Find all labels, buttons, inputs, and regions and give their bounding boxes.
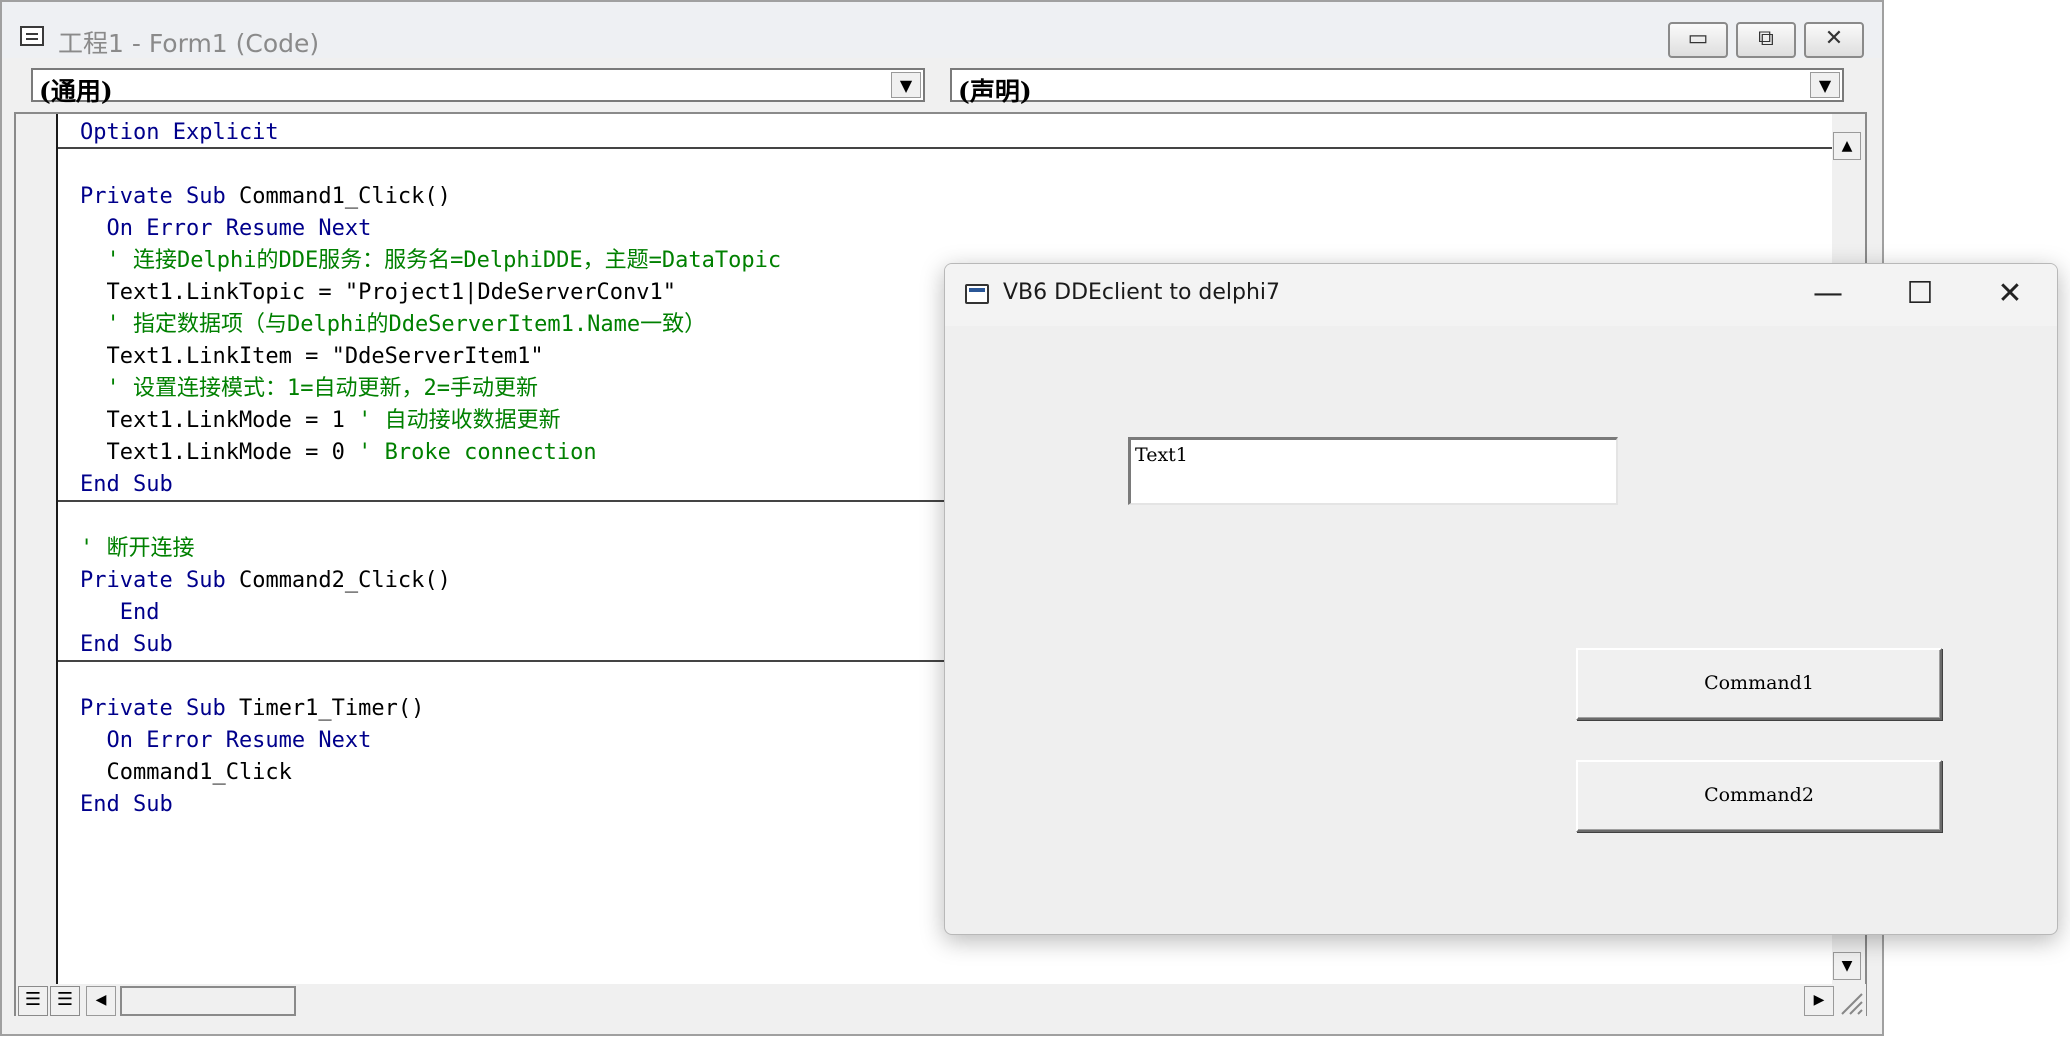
close-button[interactable]: ✕ bbox=[1804, 22, 1864, 58]
procedure-separator bbox=[58, 147, 1832, 149]
text1-textbox[interactable]: Text1 bbox=[1128, 437, 1618, 505]
code-line[interactable]: ' 设置连接模式：1=自动更新，2=手动更新 bbox=[80, 375, 538, 403]
code-text: Text1.LinkTopic = "Project1|DdeServerCon… bbox=[80, 280, 677, 305]
form-title: VB6 DDEclient to delphi7 bbox=[1003, 280, 1281, 305]
code-keyword: End bbox=[80, 600, 160, 625]
minimize-button[interactable]: ▭ bbox=[1668, 22, 1728, 58]
code-module-icon bbox=[20, 26, 44, 46]
form-maximize-button[interactable]: ☐ bbox=[1875, 270, 1965, 320]
margin-indicator-bar[interactable] bbox=[16, 114, 56, 984]
code-line[interactable]: Text1.LinkMode = 0 ' Broke connection bbox=[80, 439, 597, 467]
object-combo[interactable]: (通用) ▼ bbox=[31, 68, 925, 106]
code-comment: ' 设置连接模式：1=自动更新，2=手动更新 bbox=[80, 376, 538, 401]
object-combo-value: (通用) bbox=[39, 77, 113, 106]
procedure-combo[interactable]: (声明) ▼ bbox=[950, 68, 1844, 106]
scroll-up-icon[interactable]: ▲ bbox=[1833, 132, 1861, 160]
code-text: Text1.LinkMode = 1 bbox=[80, 408, 359, 433]
scroll-down-icon[interactable]: ▼ bbox=[1833, 952, 1861, 980]
form-window: VB6 DDEclient to delphi7 — ☐ ✕ Text1 Com… bbox=[944, 263, 2058, 935]
code-line[interactable]: Text1.LinkItem = "DdeServerItem1" bbox=[80, 343, 544, 371]
resize-grip-icon[interactable] bbox=[1838, 990, 1864, 1016]
code-comment: ' 连接Delphi的DDE服务：服务名=DelphiDDE，主题=DataTo… bbox=[80, 248, 782, 273]
form-close-button[interactable]: ✕ bbox=[1965, 270, 2055, 320]
code-comment: ' 断开连接 bbox=[80, 536, 195, 561]
procedure-combo-value: (声明) bbox=[958, 77, 1032, 106]
code-keyword: Private Sub bbox=[80, 568, 239, 593]
scroll-left-icon[interactable]: ◀ bbox=[86, 986, 116, 1016]
code-line[interactable]: Private Sub Command2_Click() bbox=[80, 567, 451, 595]
code-line[interactable]: End Sub bbox=[80, 791, 173, 819]
code-comment: ' 指定数据项（与Delphi的DdeServerItem1.Name一致） bbox=[80, 312, 707, 337]
chevron-down-icon[interactable]: ▼ bbox=[891, 72, 921, 98]
procedure-view-icon[interactable]: ☰ bbox=[18, 986, 48, 1016]
code-keyword: Private Sub bbox=[80, 184, 239, 209]
code-line[interactable]: End Sub bbox=[80, 471, 173, 499]
code-keyword: Option Explicit bbox=[80, 120, 279, 145]
code-text: Command1_Click() bbox=[238, 184, 451, 209]
code-line[interactable]: On Error Resume Next bbox=[80, 215, 371, 243]
code-line[interactable]: Text1.LinkTopic = "Project1|DdeServerCon… bbox=[80, 279, 676, 307]
scroll-right-icon[interactable]: ▶ bbox=[1804, 986, 1834, 1016]
restore-button[interactable]: ⧉ bbox=[1736, 22, 1796, 58]
code-keyword: End Sub bbox=[80, 792, 173, 817]
code-keyword: On Error Resume Next bbox=[80, 728, 372, 753]
code-line[interactable]: ' 断开连接 bbox=[80, 535, 195, 563]
code-line[interactable]: End Sub bbox=[80, 631, 173, 659]
code-window-titlebar[interactable]: 工程1 - Form1 (Code) ▭ ⧉ ✕ bbox=[2, 2, 1882, 58]
code-line[interactable]: ' 指定数据项（与Delphi的DdeServerItem1.Name一致） bbox=[80, 311, 706, 339]
code-text: Command2_Click() bbox=[238, 568, 451, 593]
code-comment: ' Broke connection bbox=[358, 440, 597, 465]
code-line[interactable]: Text1.LinkMode = 1 ' 自动接收数据更新 bbox=[80, 407, 561, 435]
command2-button[interactable]: Command2 bbox=[1576, 760, 1942, 832]
code-comment: ' 自动接收数据更新 bbox=[358, 408, 561, 433]
code-text: Text1.LinkItem = "DdeServerItem1" bbox=[80, 344, 544, 369]
horizontal-scroll-thumb[interactable] bbox=[120, 986, 296, 1016]
code-line[interactable]: On Error Resume Next bbox=[80, 727, 371, 755]
code-keyword: Private Sub bbox=[80, 696, 239, 721]
command1-button[interactable]: Command1 bbox=[1576, 648, 1942, 720]
code-text: Timer1_Timer() bbox=[238, 696, 425, 721]
code-line[interactable]: Private Sub Command1_Click() bbox=[80, 183, 451, 211]
form-titlebar[interactable]: VB6 DDEclient to delphi7 — ☐ ✕ bbox=[945, 264, 2057, 326]
chevron-down-icon[interactable]: ▼ bbox=[1810, 72, 1840, 98]
code-line[interactable]: Option Explicit bbox=[80, 119, 279, 147]
code-window-title: 工程1 - Form1 (Code) bbox=[58, 29, 320, 58]
code-line[interactable]: ' 连接Delphi的DDE服务：服务名=DelphiDDE，主题=DataTo… bbox=[80, 247, 781, 275]
code-line[interactable]: Private Sub Timer1_Timer() bbox=[80, 695, 424, 723]
code-keyword: End Sub bbox=[80, 632, 173, 657]
form-window-icon bbox=[965, 284, 989, 304]
code-keyword: End Sub bbox=[80, 472, 173, 497]
code-line[interactable]: Command1_Click bbox=[80, 759, 292, 787]
code-text: Text1.LinkMode = 0 bbox=[80, 440, 359, 465]
full-module-view-icon[interactable]: ☰ bbox=[50, 986, 80, 1016]
code-keyword: On Error Resume Next bbox=[80, 216, 372, 241]
code-line[interactable]: End bbox=[80, 599, 160, 627]
code-text: Command1_Click bbox=[80, 760, 292, 785]
form-minimize-button[interactable]: — bbox=[1783, 270, 1873, 320]
